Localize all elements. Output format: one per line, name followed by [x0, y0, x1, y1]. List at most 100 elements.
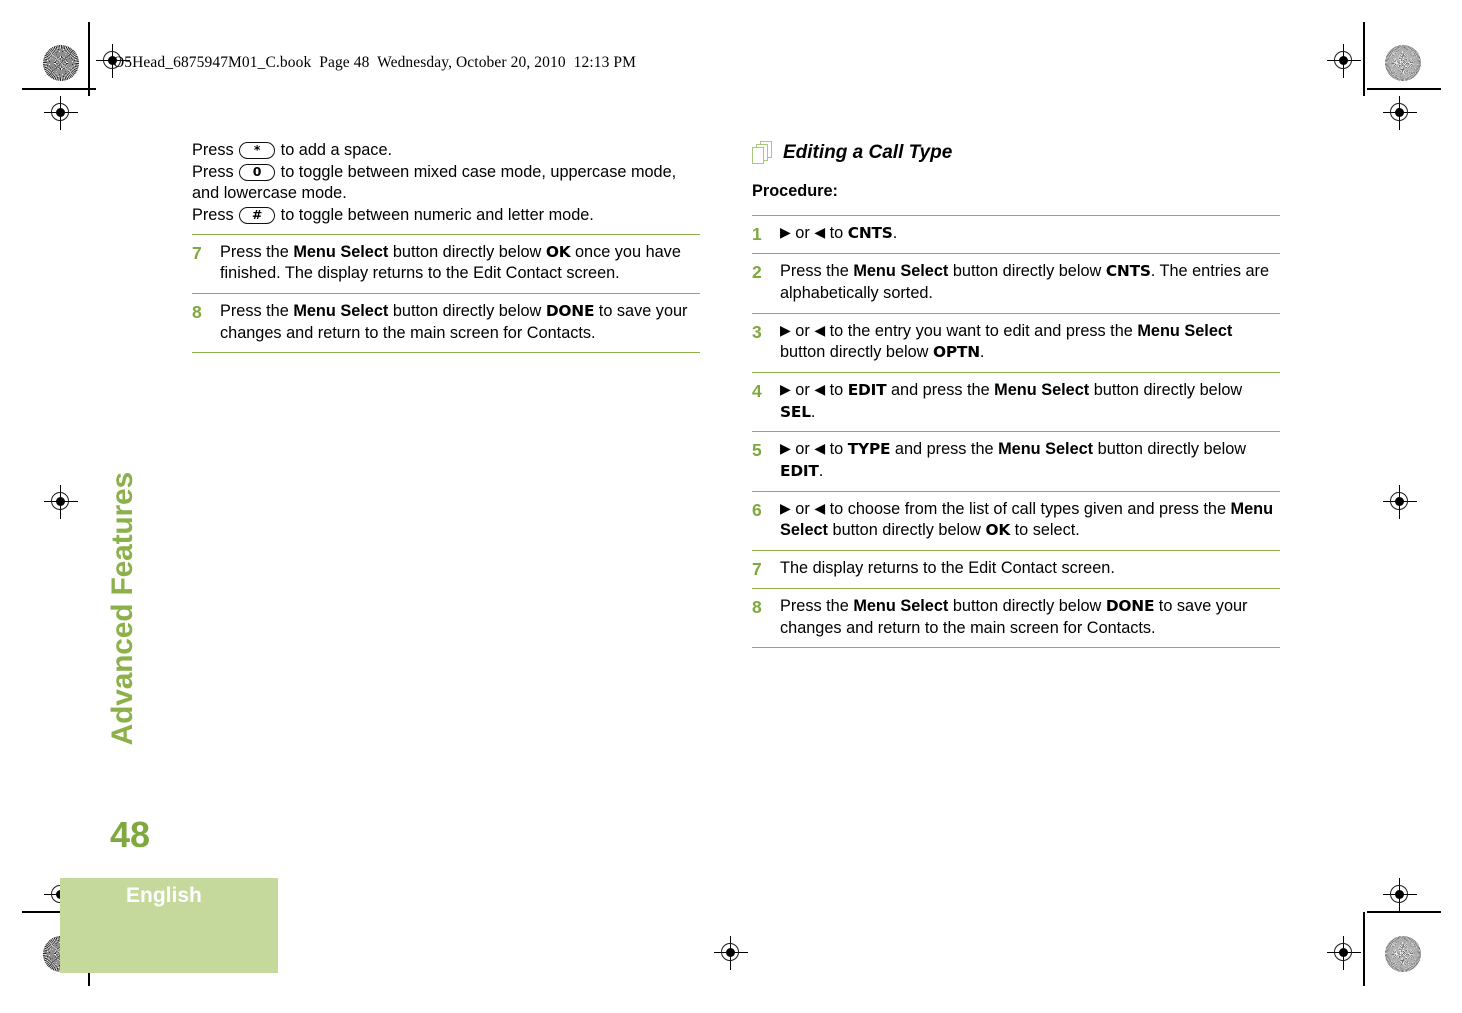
step-text-run: Press the	[220, 242, 294, 261]
step-text-run: The display returns to the Edit Contact …	[780, 558, 1115, 577]
left-arrow-icon: ◀	[814, 381, 826, 398]
registration-mark-lower-right	[1383, 878, 1417, 912]
left-arrow-icon: ◀	[814, 322, 826, 339]
registration-mark-mid-right	[1383, 485, 1417, 519]
trim-line-top-horizontal	[22, 88, 96, 90]
registration-mark-top-right	[1327, 44, 1361, 78]
intro-paragraph: Press * to add a space. Press 0 to toggl…	[192, 140, 700, 234]
step-text: ▶ or ◀ to the entry you want to edit and…	[780, 321, 1280, 364]
step-text-run: Press the	[780, 597, 854, 616]
step-number: 7	[192, 242, 202, 263]
procedure-step: 5 ▶ or ◀ to TYPE and press the Menu Selec…	[752, 431, 1280, 490]
step-text: Press the Menu Select button directly be…	[780, 596, 1280, 639]
step-number: 5	[752, 440, 762, 461]
ui-control-name: Menu Select	[853, 597, 949, 616]
language-badge: English	[60, 878, 278, 973]
step-text-run: to	[825, 380, 848, 399]
step-number: 2	[752, 262, 762, 283]
display-softkey-label: CNTS	[1105, 262, 1151, 281]
step-text-run: or	[790, 380, 815, 399]
trim-line-top-vertical	[88, 22, 90, 96]
chapter-tab-label: Advanced Features	[106, 472, 139, 746]
intro-line-3-suffix: to toggle between numeric and letter mod…	[276, 206, 594, 225]
trim-line-bottom-right-horizontal	[1367, 911, 1441, 913]
trim-line-bottom-right-vertical	[1363, 912, 1365, 986]
step-text: ▶ or ◀ to CNTS.	[780, 223, 1280, 245]
display-softkey-label: DONE	[545, 302, 595, 321]
keycap-star: *	[239, 142, 276, 159]
step-text-run: or	[790, 440, 815, 459]
intro-line-1: Press * to add a space.	[192, 140, 700, 162]
step-text-run: to choose from the list of call types gi…	[825, 499, 1231, 518]
step-text-run: button directly below	[388, 302, 546, 321]
registration-mark-upper-left	[44, 96, 78, 130]
stacked-pages-icon	[752, 140, 774, 165]
display-softkey-label: TYPE	[847, 440, 891, 459]
step-number: 6	[752, 499, 762, 520]
keycap-hash: #	[239, 207, 276, 225]
calibration-starburst-bottom-right	[1385, 936, 1421, 972]
step-text-run: to select.	[1010, 521, 1080, 540]
step-text-run: button directly below	[948, 597, 1106, 616]
display-softkey-label: CNTS	[847, 223, 893, 242]
intro-line-3: Press # to toggle between numeric and le…	[192, 205, 700, 227]
step-text-run: or	[790, 499, 815, 518]
step-text-run: button directly below	[1089, 380, 1243, 399]
ui-control-name: Menu Select	[293, 302, 389, 321]
step-text-run: .	[818, 461, 824, 480]
step-text-run: to the entry you want to edit and press …	[825, 321, 1138, 340]
section-heading: Editing a Call Type	[752, 140, 1280, 165]
step-text-run: and press the	[886, 380, 995, 399]
ui-control-name: Menu Select	[998, 440, 1094, 459]
display-softkey-label: DONE	[1105, 597, 1155, 616]
display-softkey-label: OPTN	[932, 343, 980, 362]
intro-line-2: Press 0 to toggle between mixed case mod…	[192, 163, 676, 203]
calibration-starburst-top-left	[43, 45, 79, 81]
left-column: Press * to add a space. Press 0 to toggl…	[192, 140, 700, 354]
ui-control-name: Menu Select	[853, 262, 949, 281]
left-steps-list: 7 Press the Menu Select button directly b…	[192, 233, 700, 353]
procedure-step: 8 Press the Menu Select button directly b…	[192, 293, 700, 352]
right-arrow-icon: ▶	[780, 381, 791, 398]
language-label: English	[126, 884, 202, 907]
step-text: ▶ or ◀ to EDIT and press the Menu Select…	[780, 380, 1280, 423]
display-softkey-label: EDIT	[847, 380, 887, 399]
step-text-run: or	[790, 223, 815, 242]
right-arrow-icon: ▶	[780, 500, 791, 517]
book-header-line: O5Head_6875947M01_C.book Page 48 Wednesd…	[113, 54, 636, 71]
ui-control-name: Menu Select	[293, 242, 389, 261]
step-text-run: Press the	[780, 262, 854, 281]
procedure-label: Procedure:	[752, 182, 838, 201]
procedure-step: 1 ▶ or ◀ to CNTS.	[752, 214, 1280, 253]
intro-line-2-prefix: Press	[192, 162, 239, 181]
step-text: Press the Menu Select button directly be…	[780, 261, 1280, 304]
left-arrow-icon: ◀	[814, 224, 826, 241]
step-text-run: and press the	[890, 440, 999, 459]
step-text-run: button directly below	[948, 262, 1106, 281]
step-text-run: button directly below	[388, 242, 546, 261]
step-number: 8	[192, 302, 202, 323]
step-text: Press the Menu Select button directly be…	[220, 242, 700, 285]
step-number: 3	[752, 321, 762, 342]
step-number: 4	[752, 380, 762, 401]
step-text-run: button directly below	[827, 521, 986, 540]
procedure-step: 7 The display returns to the Edit Contact…	[752, 549, 1280, 588]
registration-mark-mid-left	[44, 485, 78, 519]
intro-line-1-suffix: to add a space.	[276, 141, 393, 159]
step-text-run: to	[825, 223, 848, 242]
right-steps-list: 1 ▶ or ◀ to CNTS. 2 Press the Menu Select b…	[752, 214, 1280, 648]
right-arrow-icon: ▶	[780, 441, 791, 458]
keycap-zero: 0	[239, 163, 276, 181]
right-column: Editing a Call Type Procedure: 1 ▶ or ◀ t…	[752, 140, 1280, 649]
intro-line-3-prefix: Press	[192, 206, 239, 225]
step-text-run: button directly below	[780, 343, 933, 362]
step-text-run: .	[892, 223, 898, 242]
procedure-step: 4 ▶ or ◀ to EDIT and press the Menu Selec…	[752, 371, 1280, 431]
step-text-run: button directly below	[1093, 440, 1247, 459]
procedure-step: 7 Press the Menu Select button directly b…	[192, 233, 700, 293]
procedure-step: 2 Press the Menu Select button directly b…	[752, 253, 1280, 312]
step-number: 7	[752, 558, 762, 579]
procedure-step: 3 ▶ or ◀ to the entry you want to edit an…	[752, 312, 1280, 372]
procedure-step: 6 ▶ or ◀ to choose from the list of call …	[752, 490, 1280, 550]
left-arrow-icon: ◀	[814, 500, 826, 517]
